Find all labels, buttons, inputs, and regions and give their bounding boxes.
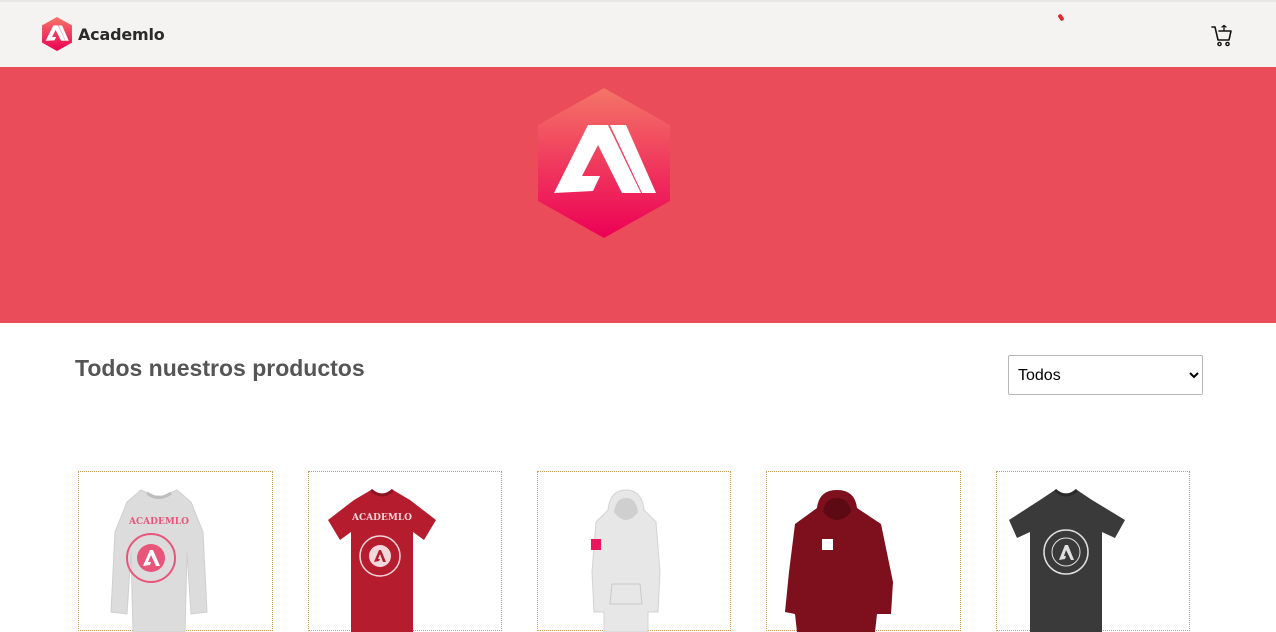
brand-link[interactable]: Academlo [41,17,165,51]
product-card[interactable] [537,471,731,632]
svg-text:ACADEMLO: ACADEMLO [351,513,412,523]
cart-icon[interactable] [1210,24,1234,48]
sweatshirt-white-image: ACADEMLO [110,489,208,632]
category-filter-select[interactable]: Todos [1008,355,1203,395]
products-title: Todos nuestros productos [75,355,365,381]
brand-name: Academlo [78,24,165,44]
loading-indicator [1057,13,1065,22]
product-card[interactable]: ACADEMLO [78,471,273,632]
tshirt-black-image [1009,488,1125,632]
tshirt-red-image: ACADEMLO [328,488,436,632]
product-card[interactable]: ACADEMLO [308,471,502,632]
hoodie-white-image [591,489,661,632]
academlo-logo-icon [42,17,72,51]
hero-banner [0,67,1276,323]
product-card[interactable] [766,471,961,632]
academlo-logo-large-icon [538,88,670,238]
top-navbar: Academlo [0,0,1276,67]
product-card[interactable] [996,471,1190,632]
hoodie-maroon-image [785,490,893,632]
svg-text:ACADEMLO: ACADEMLO [128,517,189,527]
